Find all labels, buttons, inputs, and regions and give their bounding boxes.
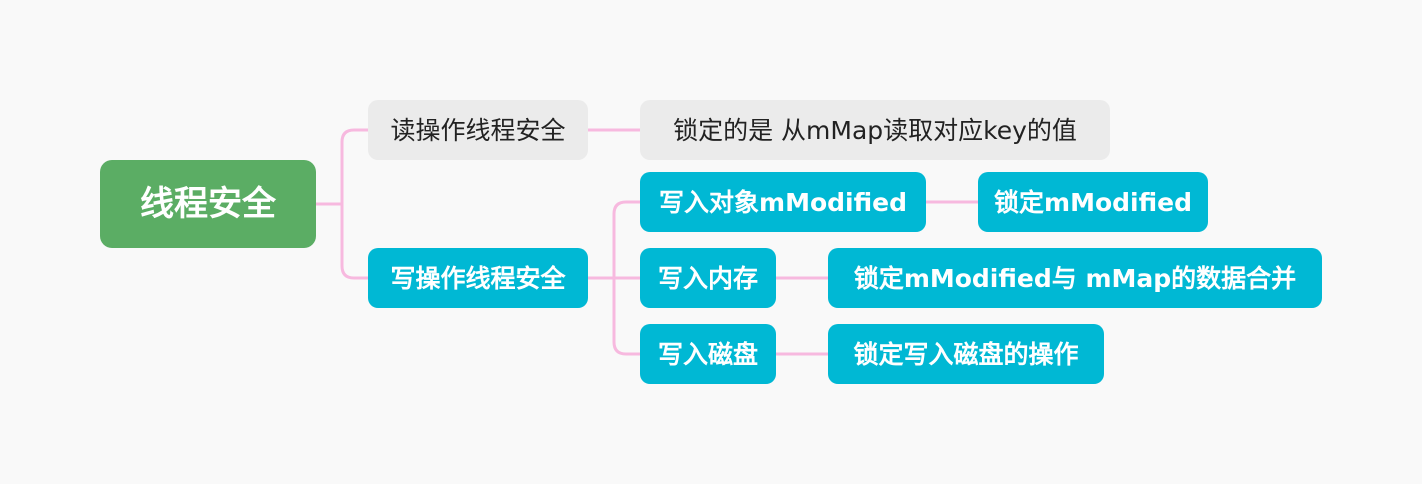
connector-write-to-obj [586,200,642,280]
write-to-object-detail-node[interactable]: 锁定mModified [978,172,1208,232]
write-to-disk-node[interactable]: 写入磁盘 [640,324,776,384]
connector-write-to-disk [612,276,642,356]
read-lock-detail-node[interactable]: 锁定的是 从mMap读取对应key的值 [640,100,1110,160]
connector-root-to-write [340,202,370,280]
write-to-object-node[interactable]: 写入对象mModified [640,172,926,232]
connector-root-to-read [314,128,370,206]
root-node[interactable]: 线程安全 [100,160,316,248]
read-thread-safety-node[interactable]: 读操作线程安全 [368,100,588,160]
write-to-memory-detail-node[interactable]: 锁定mModified与 mMap的数据合并 [828,248,1322,308]
write-to-memory-node[interactable]: 写入内存 [640,248,776,308]
write-to-disk-detail-node[interactable]: 锁定写入磁盘的操作 [828,324,1104,384]
write-thread-safety-node[interactable]: 写操作线程安全 [368,248,588,308]
